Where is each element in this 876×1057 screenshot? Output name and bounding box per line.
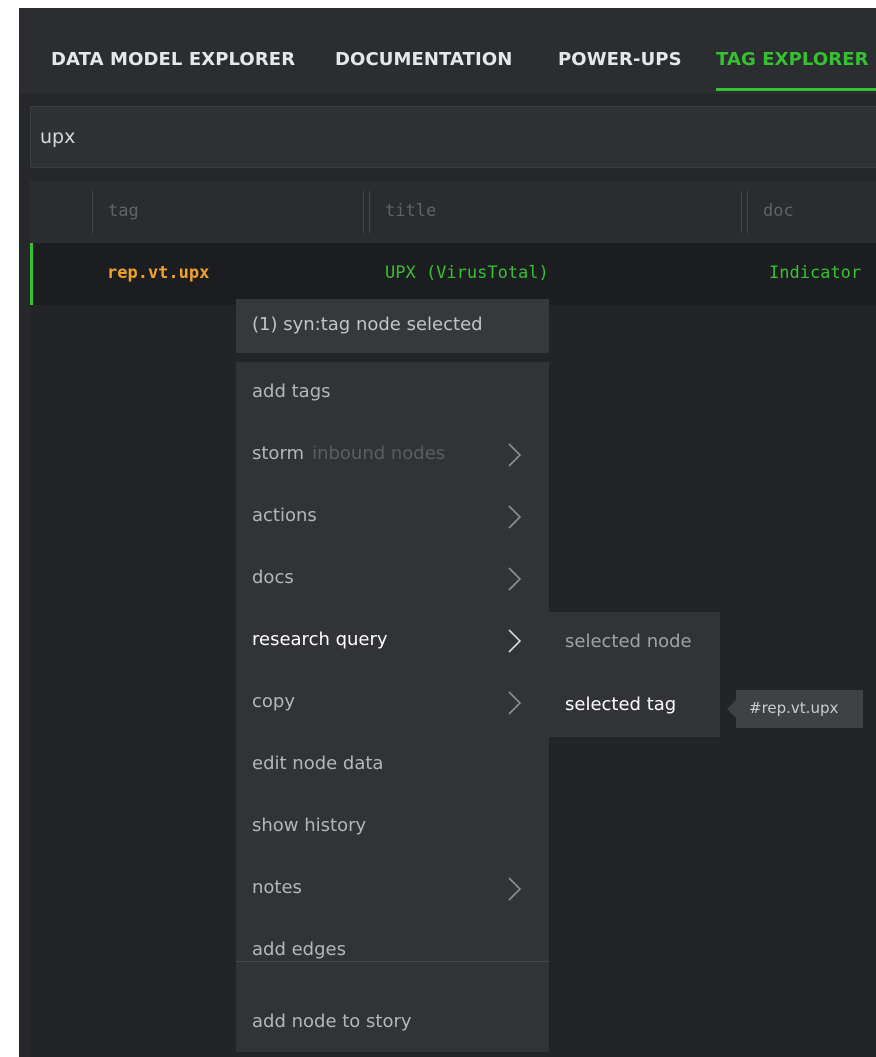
- chevron-right-icon: [508, 567, 522, 591]
- chevron-right-icon: [508, 691, 522, 715]
- submenu-item-label: selected tag: [565, 694, 677, 715]
- cell-tag: rep.vt.upx: [107, 263, 210, 283]
- menu-item-label: add node to story: [252, 1011, 412, 1032]
- table-row[interactable]: rep.vt.upx UPX (VirusTotal) Indicator: [30, 243, 876, 305]
- tab-power-ups[interactable]: POWER-UPS: [558, 49, 682, 70]
- menu-item-label: edit node data: [252, 753, 384, 774]
- column-header-tag[interactable]: tag: [108, 201, 139, 221]
- tooltip: #rep.vt.upx: [736, 690, 863, 728]
- submenu-item-label: selected node: [565, 631, 692, 652]
- tab-documentation[interactable]: DOCUMENTATION: [335, 49, 512, 70]
- menu-item-edit-node-data[interactable]: edit node data: [236, 734, 549, 796]
- column-divider: [92, 191, 93, 233]
- chevron-right-icon: [508, 629, 522, 653]
- menu-item-label: add tags: [252, 381, 331, 402]
- chevron-right-icon: [508, 877, 522, 901]
- tab-data-model-explorer[interactable]: DATA MODEL EXPLORER: [51, 49, 295, 70]
- menu-item-research-query[interactable]: research query: [236, 610, 549, 672]
- menu-item-notes[interactable]: notes: [236, 858, 549, 920]
- menu-item-docs[interactable]: docs: [236, 548, 549, 610]
- column-divider: [369, 191, 370, 233]
- menu-item-label-text: storm: [252, 443, 305, 464]
- menu-divider: [236, 961, 549, 962]
- menu-item-label: notes: [252, 877, 302, 898]
- column-header-doc[interactable]: doc: [763, 201, 794, 221]
- menu-item-label: docs: [252, 567, 294, 588]
- menu-item-copy[interactable]: copy: [236, 672, 549, 734]
- submenu-item-selected-tag[interactable]: selected tag: [548, 675, 720, 737]
- tooltip-arrow: [727, 700, 736, 718]
- menu-item-show-history[interactable]: show history: [236, 796, 549, 858]
- cell-title: UPX (VirusTotal): [385, 263, 549, 283]
- menu-item-label: show history: [252, 815, 367, 836]
- menu-item-add-edges[interactable]: add edges: [236, 920, 549, 982]
- column-divider: [747, 191, 748, 233]
- menu-item-add-node-to-story[interactable]: add node to story: [236, 992, 549, 1054]
- search-input[interactable]: [30, 106, 876, 168]
- menu-item-label: actions: [252, 505, 317, 526]
- submenu-item-selected-node[interactable]: selected node: [548, 612, 720, 674]
- research-query-submenu: selected node selected tag: [548, 612, 720, 737]
- chevron-right-icon: [508, 505, 522, 529]
- menu-item-label: add edges: [252, 939, 346, 960]
- menu-item-label: storm inbound nodes: [252, 443, 445, 464]
- context-menu-header: (1) syn:tag node selected: [236, 299, 549, 353]
- active-tab-indicator: [716, 88, 876, 91]
- column-header-title[interactable]: title: [385, 201, 436, 221]
- tab-tag-explorer[interactable]: TAG EXPLORER: [716, 49, 869, 70]
- menu-item-hint: inbound nodes: [312, 443, 446, 464]
- column-resize-handle[interactable]: [741, 191, 742, 233]
- column-resize-handle[interactable]: [363, 191, 364, 233]
- context-menu: add tags storm inbound nodes actions docs…: [236, 362, 549, 1052]
- table-header: tag title doc: [30, 181, 876, 243]
- menu-item-add-tags[interactable]: add tags: [236, 362, 549, 424]
- menu-item-label: research query: [252, 629, 388, 650]
- chevron-right-icon: [508, 443, 522, 467]
- menu-item-label: copy: [252, 691, 295, 712]
- menu-item-actions[interactable]: actions: [236, 486, 549, 548]
- cell-doc: Indicator: [769, 263, 862, 283]
- tab-bar: DATA MODEL EXPLORER DOCUMENTATION POWER-…: [19, 8, 876, 94]
- menu-item-storm[interactable]: storm inbound nodes: [236, 424, 549, 486]
